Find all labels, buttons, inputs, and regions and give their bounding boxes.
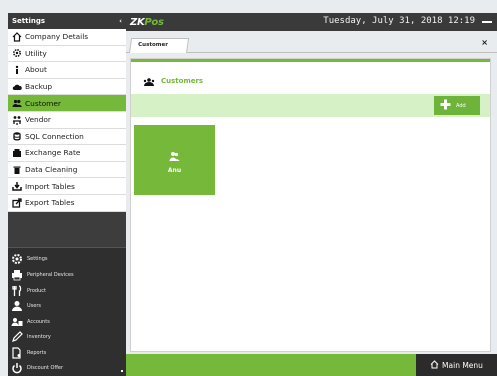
module-item-label: Settings bbox=[27, 256, 48, 263]
sidebar-item-utility[interactable]: Utility bbox=[8, 46, 126, 63]
module-item-product[interactable]: Product bbox=[8, 283, 126, 299]
power-icon bbox=[11, 362, 23, 374]
sidebar-item-about[interactable]: About bbox=[8, 62, 126, 79]
module-item-inventory[interactable]: Inventory bbox=[8, 330, 126, 346]
module-item-label: Accounts bbox=[27, 318, 50, 325]
close-tab-button[interactable]: × bbox=[481, 38, 488, 47]
cutlery-icon bbox=[11, 284, 23, 297]
sidebar-header: Settings ‹ bbox=[8, 13, 126, 29]
plus-icon bbox=[440, 99, 451, 112]
main-menu-button[interactable]: Main Menu bbox=[416, 354, 497, 376]
app-window: Settings ‹ Company Details Utility About… bbox=[0, 0, 497, 376]
report-icon bbox=[11, 347, 23, 359]
module-menu: Settings Peripheral Devices Product User… bbox=[8, 246, 126, 376]
module-item-label: Peripheral Devices bbox=[27, 271, 74, 278]
info-icon bbox=[11, 64, 22, 75]
sidebar: Settings ‹ Company Details Utility About… bbox=[8, 13, 126, 376]
sidebar-item-label: Vendor bbox=[25, 115, 51, 125]
customer-card[interactable]: Anu bbox=[134, 125, 215, 195]
sidebar-scroll-indicator bbox=[121, 370, 123, 372]
sidebar-item-vendor[interactable]: Vendor bbox=[8, 112, 126, 129]
sidebar-item-label: Import Tables bbox=[25, 181, 75, 191]
accent-line bbox=[131, 59, 490, 62]
main-menu-label: Main Menu bbox=[442, 360, 483, 370]
sidebar-item-label: Customer bbox=[25, 98, 61, 108]
users-icon bbox=[11, 98, 22, 109]
title-bar: ZKPos Tuesday, July 31, 2018 12:19 bbox=[126, 13, 497, 31]
customer-panel: Customers Add Anu bbox=[130, 58, 491, 352]
exchange-icon bbox=[11, 147, 22, 158]
export-icon bbox=[11, 197, 22, 208]
import-icon bbox=[11, 181, 22, 192]
sidebar-item-company-details[interactable]: Company Details bbox=[8, 29, 126, 46]
module-item-discount-offer[interactable]: Discount Offer bbox=[8, 361, 126, 376]
sidebar-title: Settings bbox=[12, 17, 46, 25]
settings-icon bbox=[11, 253, 23, 265]
customer-name: Anu bbox=[167, 166, 182, 174]
sidebar-item-label: Data Cleaning bbox=[25, 165, 78, 175]
toolbar-strip: Add bbox=[131, 94, 490, 117]
user-icon bbox=[11, 300, 23, 312]
gear-icon bbox=[11, 48, 22, 59]
sidebar-spacer bbox=[8, 211, 126, 247]
module-item-accounts[interactable]: Accounts bbox=[8, 314, 126, 330]
minimize-icon bbox=[482, 21, 492, 23]
sidebar-item-backup[interactable]: Backup bbox=[8, 79, 126, 96]
sidebar-item-label: Company Details bbox=[25, 32, 89, 42]
sidebar-item-label: Export Tables bbox=[25, 198, 75, 208]
module-item-users[interactable]: Users bbox=[8, 298, 126, 314]
sidebar-collapse-button[interactable]: ‹ bbox=[119, 17, 122, 25]
datetime-display: Tuesday, July 31, 2018 12:19 bbox=[323, 16, 475, 26]
zkpos-logo: ZKPos bbox=[130, 16, 164, 28]
pencil-icon bbox=[11, 331, 23, 343]
tab-customer[interactable]: Customer bbox=[129, 38, 190, 53]
sidebar-item-import-tables[interactable]: Import Tables bbox=[8, 178, 126, 195]
sidebar-item-sql-connection[interactable]: SQL Connection bbox=[8, 129, 126, 146]
trash-icon bbox=[11, 164, 22, 175]
module-item-settings[interactable]: Settings bbox=[8, 252, 126, 268]
module-item-peripheral-devices[interactable]: Peripheral Devices bbox=[8, 267, 126, 283]
sidebar-item-label: Exchange Rate bbox=[25, 148, 81, 158]
add-customer-button[interactable]: Add bbox=[434, 96, 480, 115]
sidebar-item-export-tables[interactable]: Export Tables bbox=[8, 195, 126, 212]
add-button-label: Add bbox=[456, 102, 466, 109]
sidebar-item-data-cleaning[interactable]: Data Cleaning bbox=[8, 162, 126, 179]
module-item-label: Reports bbox=[27, 349, 47, 356]
home-icon bbox=[430, 359, 439, 371]
vendor-icon bbox=[11, 114, 22, 125]
customers-icon bbox=[143, 71, 155, 90]
tab-bar: Customer × bbox=[126, 31, 497, 53]
printer-icon bbox=[11, 269, 23, 281]
module-item-reports[interactable]: Reports bbox=[8, 345, 126, 361]
home-icon bbox=[11, 31, 22, 42]
sidebar-item-exchange-rate[interactable]: Exchange Rate bbox=[8, 145, 126, 162]
minimize-button[interactable] bbox=[479, 14, 495, 30]
module-item-label: Product bbox=[27, 287, 46, 294]
status-bar bbox=[126, 354, 416, 376]
module-item-label: Users bbox=[27, 303, 42, 310]
page-title: Customers bbox=[161, 76, 204, 85]
sidebar-item-customer[interactable]: Customer bbox=[8, 95, 126, 112]
accounts-icon bbox=[11, 316, 23, 328]
database-icon bbox=[11, 131, 22, 142]
module-item-label: Discount Offer bbox=[27, 365, 64, 372]
module-item-label: Inventory bbox=[27, 334, 51, 341]
cloud-icon bbox=[11, 81, 22, 92]
settings-menu: Company Details Utility About Backup Cus… bbox=[8, 29, 126, 212]
sidebar-item-label: Backup bbox=[25, 82, 53, 92]
sidebar-item-label: About bbox=[25, 65, 47, 75]
sidebar-item-label: Utility bbox=[25, 48, 47, 58]
sidebar-item-label: SQL Connection bbox=[25, 131, 84, 141]
section-header: Customers bbox=[143, 71, 203, 90]
customer-avatar-icon bbox=[169, 147, 180, 166]
